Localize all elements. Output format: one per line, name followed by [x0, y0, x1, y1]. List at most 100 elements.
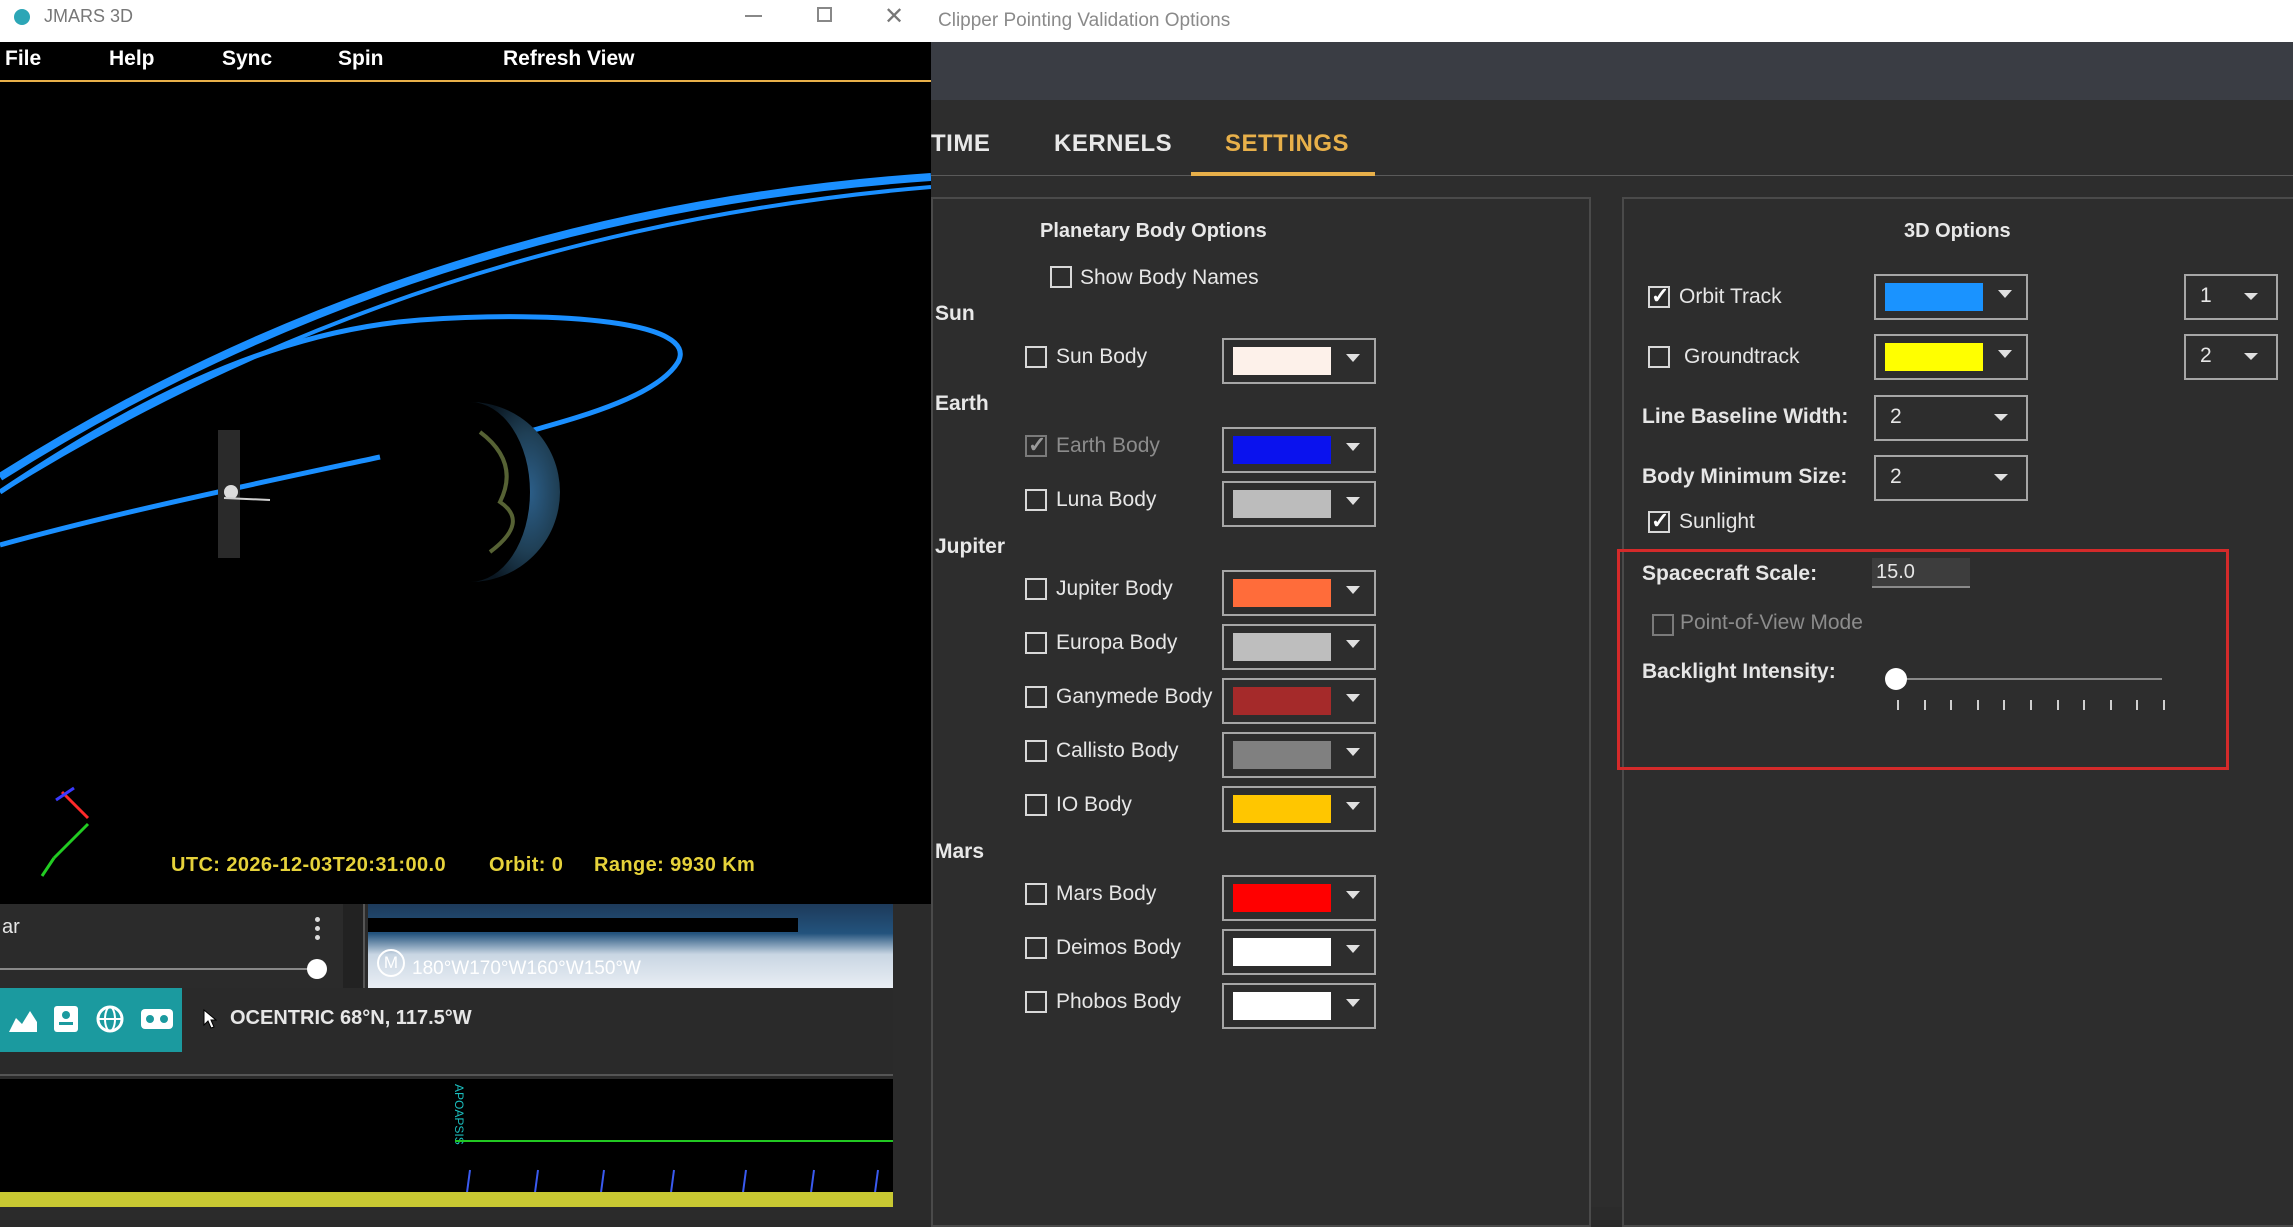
body-min-size-value: 2 [1890, 465, 1902, 488]
opacity-slider-thumb[interactable] [307, 959, 327, 979]
orbit-ring-outer [0, 173, 932, 481]
groundtrack-label: Groundtrack [1684, 345, 1800, 368]
chevron-down-icon [1346, 802, 1360, 810]
jupiter-body-color-button[interactable] [1222, 570, 1376, 616]
callisto-body-color-button[interactable] [1222, 732, 1376, 778]
opacity-slider-track[interactable] [0, 968, 316, 970]
chevron-down-icon [1998, 350, 2012, 358]
io-body-color-button[interactable] [1222, 786, 1376, 832]
status-orbit: Orbit: 0 [489, 854, 564, 876]
chevron-down-icon [1346, 497, 1360, 505]
callisto-body-color-swatch [1233, 741, 1331, 769]
cursor-icon [203, 1008, 218, 1029]
3d-options-title: 3D Options [1904, 220, 2011, 242]
body-min-size-dropdown[interactable]: 2 [1874, 455, 2028, 501]
ganymede-body-label: Ganymede Body [1056, 685, 1213, 708]
orbit-ring-inner [0, 185, 932, 494]
chevron-down-icon [1346, 586, 1360, 594]
luna-body-color-button[interactable] [1222, 481, 1376, 527]
deimos-body-color-button[interactable] [1222, 929, 1376, 975]
menu-file[interactable]: File [5, 47, 41, 71]
phobos-body-checkbox[interactable] [1025, 991, 1047, 1013]
phobos-body-color-button[interactable] [1222, 983, 1376, 1029]
chevron-down-icon [1346, 694, 1360, 702]
earth-body-label: Earth Body [1056, 434, 1160, 457]
orbit-track-color-swatch [1885, 283, 1983, 311]
jmars-logo-icon [14, 9, 30, 25]
apoapsis-marker: APOAPSIS [452, 1084, 466, 1145]
orbit-track-color-button[interactable] [1874, 274, 2028, 320]
earth-body-color-swatch [1233, 436, 1331, 464]
menu-sync[interactable]: Sync [222, 47, 272, 71]
orbit-track-width-value: 1 [2200, 284, 2212, 307]
mars-body-label: Mars Body [1056, 882, 1157, 905]
3d-viewport[interactable] [0, 82, 932, 904]
groundtrack-color-button[interactable] [1874, 334, 2028, 380]
menu-spin[interactable]: Spin [338, 47, 384, 71]
tab-settings[interactable]: SETTINGS [1225, 130, 1349, 158]
maximize-icon[interactable] [817, 7, 832, 22]
ganymede-body-checkbox[interactable] [1025, 686, 1047, 708]
options-window-title: Clipper Pointing Validation Options [938, 10, 1231, 31]
sun-body-color-button[interactable] [1222, 338, 1376, 384]
deimos-body-checkbox[interactable] [1025, 937, 1047, 959]
minimize-icon[interactable] [745, 15, 762, 17]
luna-body-checkbox[interactable] [1025, 489, 1047, 511]
vr-headset-icon[interactable] [140, 1007, 174, 1031]
menu-refresh-view[interactable]: Refresh View [503, 47, 635, 71]
mars-body-checkbox[interactable] [1025, 883, 1047, 905]
highlight-box [1617, 549, 2229, 770]
orbit-track-label: Orbit Track [1679, 285, 1782, 308]
tab-kernels[interactable]: KERNELS [1054, 130, 1172, 158]
earth-body-checkbox[interactable] [1025, 432, 1047, 458]
chevron-down-icon [1346, 999, 1360, 1007]
map-longitude-scale: 180°W170°W160°W150°W [412, 958, 641, 979]
europa-body-label: Europa Body [1056, 631, 1178, 654]
sun-body-checkbox[interactable] [1025, 346, 1047, 368]
callisto-body-checkbox[interactable] [1025, 740, 1047, 762]
group-sun: Sun [935, 302, 975, 325]
mars-body-color-button[interactable] [1222, 875, 1376, 921]
menu-help[interactable]: Help [109, 47, 155, 71]
orbit-track-checkbox[interactable] [1648, 283, 1670, 309]
io-body-color-swatch [1233, 795, 1331, 823]
globe-icon[interactable] [96, 1005, 124, 1033]
show-body-names-checkbox[interactable] [1050, 266, 1072, 288]
panel-splitter[interactable] [343, 904, 365, 988]
tab-time[interactable]: TIME [931, 130, 990, 158]
europa-body-checkbox[interactable] [1025, 632, 1047, 654]
id-card-icon[interactable] [52, 1004, 80, 1034]
timeline-divider [0, 1074, 893, 1076]
tool-bar [0, 988, 182, 1052]
layer-name: ar [2, 916, 20, 938]
line-baseline-width-dropdown[interactable]: 2 [1874, 395, 2028, 441]
chevron-down-icon [1998, 290, 2012, 298]
earth-body-color-button[interactable] [1222, 427, 1376, 473]
groundtrack-checkbox[interactable] [1648, 346, 1670, 368]
line-baseline-width-label: Line Baseline Width: [1642, 405, 1849, 428]
sunlight-checkbox[interactable] [1648, 508, 1670, 534]
map-strip: M 180°W170°W160°W150°W [368, 904, 893, 988]
jupiter-body-color-swatch [1233, 579, 1331, 607]
close-icon[interactable]: ✕ [884, 2, 904, 31]
io-body-checkbox[interactable] [1025, 794, 1047, 816]
chart-icon[interactable] [8, 1006, 38, 1034]
ganymede-body-color-button[interactable] [1222, 678, 1376, 724]
groundtrack-width-value: 2 [2200, 344, 2212, 367]
jupiter-body-checkbox[interactable] [1025, 578, 1047, 600]
chevron-down-icon [2244, 353, 2258, 360]
3d-scene [0, 173, 932, 877]
luna-body-color-swatch [1233, 490, 1331, 518]
groundtrack-width-dropdown[interactable]: 2 [2184, 334, 2278, 380]
group-earth: Earth [935, 392, 989, 415]
chevron-down-icon [1346, 748, 1360, 756]
groundtrack-line [0, 454, 381, 548]
chevron-down-icon [1346, 945, 1360, 953]
coordinates-readout: OCENTRIC 68°N, 117.5°W [230, 1007, 472, 1029]
kebab-menu-icon[interactable] [315, 917, 320, 941]
europa-body-color-button[interactable] [1222, 624, 1376, 670]
orbit-track-width-dropdown[interactable]: 1 [2184, 274, 2278, 320]
mars-body-color-swatch [1233, 884, 1331, 912]
map-marker-icon[interactable]: M [377, 949, 405, 977]
jupiter-body-label: Jupiter Body [1056, 577, 1173, 600]
